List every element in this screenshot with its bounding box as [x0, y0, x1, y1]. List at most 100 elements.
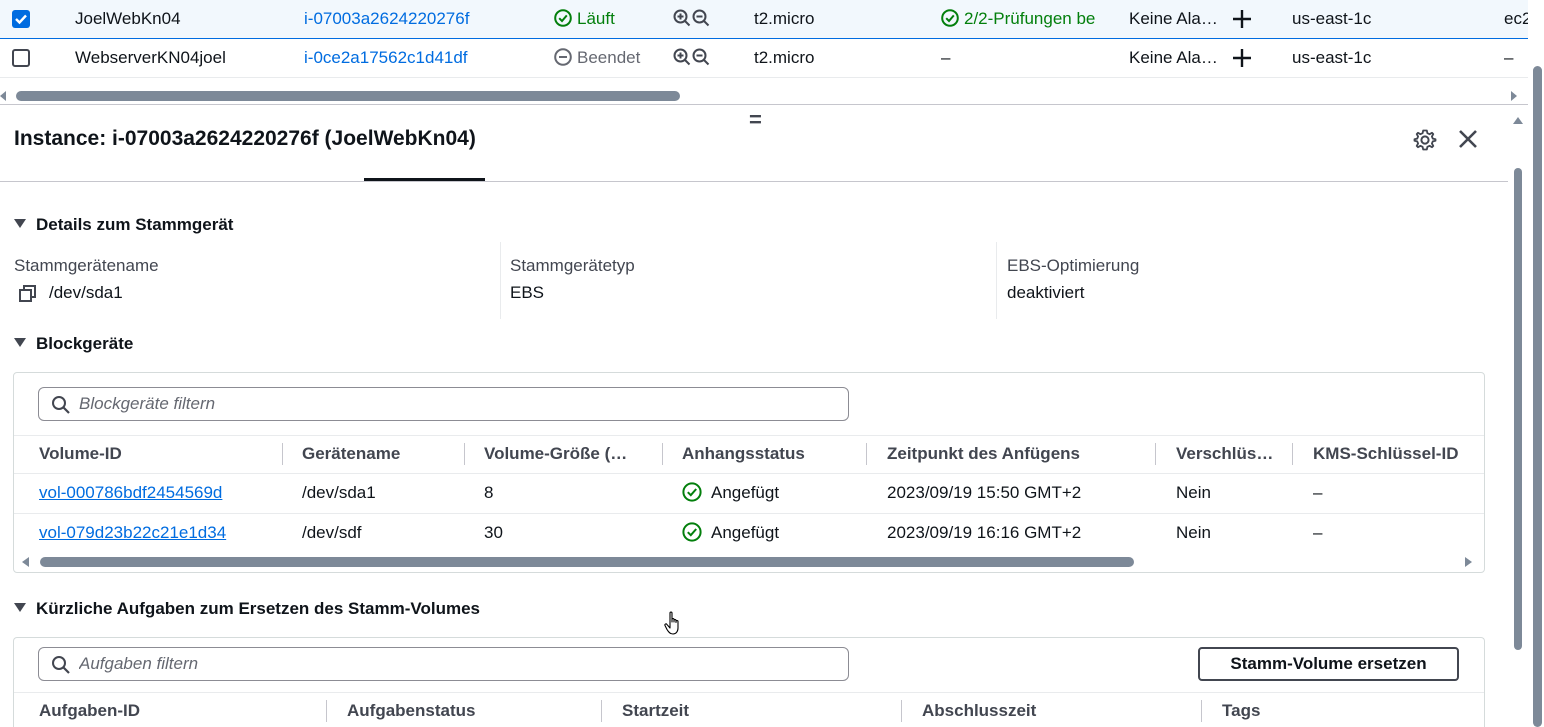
row-checkbox-checked[interactable] — [12, 10, 30, 28]
col-task-id[interactable]: Aufgaben-ID — [39, 701, 319, 721]
ebs-optimization-value: deaktiviert — [1007, 283, 1085, 302]
instance-state: Beendet — [554, 39, 669, 78]
add-alarm-button[interactable] — [1231, 0, 1253, 39]
instance-state-label: Läuft — [577, 9, 615, 28]
add-alarm-button[interactable] — [1231, 39, 1253, 78]
tasks-filter-input[interactable] — [79, 653, 819, 675]
instance-name: WebserverKN04joel — [75, 48, 226, 67]
availability-zone: us-east-1c — [1292, 48, 1372, 67]
col-volume-size[interactable]: Volume-Größe (… — [484, 444, 654, 464]
scroll-left-arrow[interactable] — [22, 557, 29, 567]
volume-id-link[interactable]: vol-000786bdf2454569d — [39, 483, 222, 502]
table-cell-status: Angefügt — [682, 481, 779, 504]
column-resizer[interactable] — [1292, 443, 1293, 465]
tabs-divider — [0, 181, 1508, 182]
zoom-controls — [673, 0, 718, 39]
block-devices-filter-input[interactable] — [79, 393, 819, 415]
column-resizer[interactable] — [901, 700, 902, 722]
close-icon[interactable] — [1458, 129, 1478, 149]
header-top-border — [14, 435, 1484, 436]
table-cell-status: Angefügt — [682, 521, 780, 544]
scrollbar-thumb[interactable] — [1533, 66, 1542, 727]
col-start-time[interactable]: Startzeit — [622, 701, 892, 721]
section-block-devices[interactable]: Blockgeräte — [14, 334, 133, 354]
instance-name: JoelWebKn04 — [75, 9, 181, 28]
check-circle-icon — [554, 8, 572, 27]
block-devices-filter[interactable] — [38, 387, 849, 421]
section-title: Blockgeräte — [36, 334, 134, 353]
column-resizer[interactable] — [866, 443, 867, 465]
scrollbar-thumb[interactable] — [40, 557, 1134, 567]
scroll-left-arrow[interactable] — [0, 91, 6, 101]
status-checks-label: 2/2-Prüfungen be — [964, 9, 1096, 28]
copy-icon[interactable] — [18, 284, 38, 304]
instance-type: t2.micro — [754, 48, 815, 67]
instance-type: t2.micro — [754, 9, 815, 28]
table-row-volume-id: vol-000786bdf2454569d — [39, 483, 222, 503]
instance-id-link[interactable]: i-0ce2a17562c1d41df — [304, 39, 529, 78]
hand-cursor-icon — [664, 611, 679, 635]
zoom-controls — [673, 39, 718, 78]
table-cell-attach-time: 2023/09/19 15:50 GMT+2 — [887, 483, 1082, 502]
instance-id-link[interactable]: i-07003a2624220276f — [304, 0, 529, 39]
caret-down-icon — [14, 219, 26, 229]
column-resizer[interactable] — [326, 700, 327, 722]
row-divider — [14, 513, 1484, 514]
column-resizer[interactable] — [1155, 443, 1156, 465]
section-title: Kürzliche Aufgaben zum Ersetzen des Stam… — [36, 599, 480, 618]
zoom-in-icon[interactable] — [673, 48, 691, 66]
settings-gear-icon[interactable] — [1413, 128, 1437, 152]
section-root-volume-tasks[interactable]: Kürzliche Aufgaben zum Ersetzen des Stam… — [14, 599, 480, 619]
page-vertical-scrollbar[interactable] — [1531, 0, 1544, 727]
resize-handle[interactable]: = — [749, 107, 762, 133]
tasks-filter[interactable] — [38, 647, 849, 681]
instance-state: Läuft — [554, 0, 664, 39]
zoom-out-icon[interactable] — [692, 48, 710, 66]
col-attach-time[interactable]: Zeitpunkt des Anfügens — [887, 444, 1147, 464]
row-divider — [14, 473, 1484, 474]
block-devices-horizontal-scrollbar[interactable] — [22, 555, 1477, 569]
root-device-name-label: Stammgerätename — [14, 256, 159, 275]
zoom-out-icon[interactable] — [692, 9, 710, 27]
alarm-status: Keine Ala… — [1129, 48, 1218, 67]
root-device-type-label: Stammgerätetyp — [510, 256, 635, 275]
row-checkbox[interactable] — [12, 49, 30, 67]
split-divider — [0, 104, 1528, 105]
col-task-status[interactable]: Aufgabenstatus — [347, 701, 587, 721]
public-dns: – — [1504, 48, 1514, 67]
col-volume-id[interactable]: Volume-ID — [39, 444, 274, 464]
scroll-right-arrow[interactable] — [1465, 557, 1472, 567]
column-resizer[interactable] — [601, 700, 602, 722]
status-checks: 2/2-Prüfungen be — [941, 0, 1109, 39]
zoom-in-icon[interactable] — [673, 9, 691, 27]
scroll-up-arrow[interactable] — [1513, 117, 1523, 124]
column-divider — [500, 242, 501, 319]
column-resizer[interactable] — [662, 443, 663, 465]
col-attachment-status[interactable]: Anhangsstatus — [682, 444, 857, 464]
scrollbar-thumb[interactable] — [1514, 168, 1522, 650]
instances-horizontal-scrollbar[interactable] — [0, 89, 1528, 103]
col-kms-key-id[interactable]: KMS-Schlüssel-ID — [1313, 444, 1478, 464]
instance-state-label: Beendet — [577, 48, 641, 67]
status-label: Angefügt — [711, 523, 780, 542]
scrollbar-thumb[interactable] — [16, 91, 680, 101]
col-encrypted[interactable]: Verschlüs… — [1176, 444, 1284, 464]
check-circle-icon — [682, 521, 702, 542]
col-tags[interactable]: Tags — [1222, 701, 1422, 721]
column-resizer[interactable] — [282, 443, 283, 465]
col-device-name[interactable]: Gerätename — [302, 444, 457, 464]
panel-vertical-scrollbar[interactable] — [1510, 113, 1526, 727]
scroll-right-arrow[interactable] — [1511, 91, 1517, 101]
table-cell-kms: – — [1313, 523, 1323, 542]
volume-id-link[interactable]: vol-079d23b22c21e1d34 — [39, 523, 226, 542]
column-resizer[interactable] — [1201, 700, 1202, 722]
instance-row[interactable]: WebserverKN04joel i-0ce2a17562c1d41df Be… — [0, 39, 1528, 78]
table-cell-size: 8 — [484, 483, 494, 502]
replace-root-volume-button[interactable]: Stamm-Volume ersetzen — [1198, 647, 1459, 681]
col-end-time[interactable]: Abschlusszeit — [922, 701, 1192, 721]
table-cell-size: 30 — [484, 523, 503, 542]
check-circle-icon — [941, 8, 959, 27]
section-root-device[interactable]: Details zum Stammgerät — [14, 215, 233, 235]
column-resizer[interactable] — [464, 443, 465, 465]
instance-row-selected[interactable]: JoelWebKn04 i-07003a2624220276f Läuft t2… — [0, 0, 1528, 39]
